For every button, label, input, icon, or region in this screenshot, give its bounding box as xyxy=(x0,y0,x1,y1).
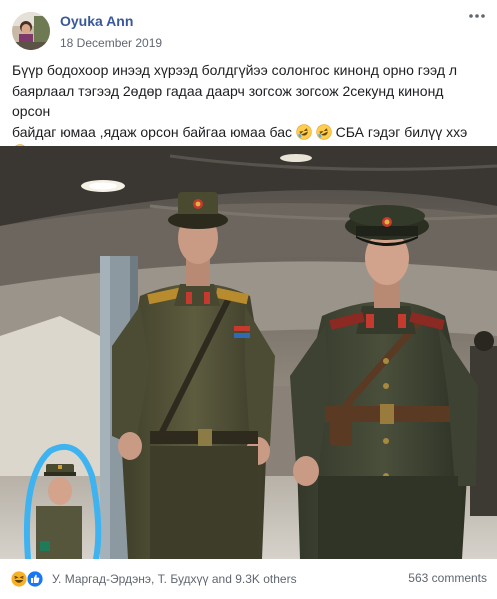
post-photo[interactable] xyxy=(0,146,497,559)
ellipsis-icon xyxy=(469,14,485,18)
post-text-segment: байдаг юмаа ,ядаж орсон байгаа юмаа бас xyxy=(12,123,292,140)
post-text-segment: СБА гэдэг билүү ххэ xyxy=(335,123,468,140)
post-text-line: Бүүр бодохоор инээд хүрээд болдгүйээ сол… xyxy=(12,62,458,78)
haha-icon xyxy=(10,570,28,588)
like-icon xyxy=(26,570,44,588)
rolling-laughing-emoji-icon xyxy=(316,123,332,140)
post-date[interactable]: 18 December 2019 xyxy=(60,36,162,50)
reactions-summary[interactable]: У. Маргад-Эрдэнэ, Т. Будхүү and 9.3K oth… xyxy=(10,569,297,589)
author-name[interactable]: Oyuka Ann xyxy=(60,13,133,29)
post-text-line: байдаг юмаа ,ядаж орсон байгаа юмаа бас xyxy=(12,122,482,143)
post-header: Oyuka Ann 18 December 2019 xyxy=(0,0,497,56)
facebook-post: Oyuka Ann 18 December 2019 Бүүр бодохоор… xyxy=(0,0,497,599)
reaction-icons xyxy=(10,570,46,588)
rolling-laughing-emoji-icon xyxy=(296,123,312,140)
post-text-line: баярлаал тэгээд 2өдөр гадаа даарч зогсож… xyxy=(12,82,444,120)
author-avatar[interactable] xyxy=(12,12,50,50)
more-options-button[interactable] xyxy=(463,6,491,26)
reactors-text: У. Маргад-Эрдэнэ, Т. Будхүү and 9.3K oth… xyxy=(52,572,297,586)
comments-count-link[interactable]: 563 comments xyxy=(408,571,487,585)
post-footer: У. Маргад-Эрдэнэ, Т. Будхүү and 9.3K oth… xyxy=(0,559,497,599)
